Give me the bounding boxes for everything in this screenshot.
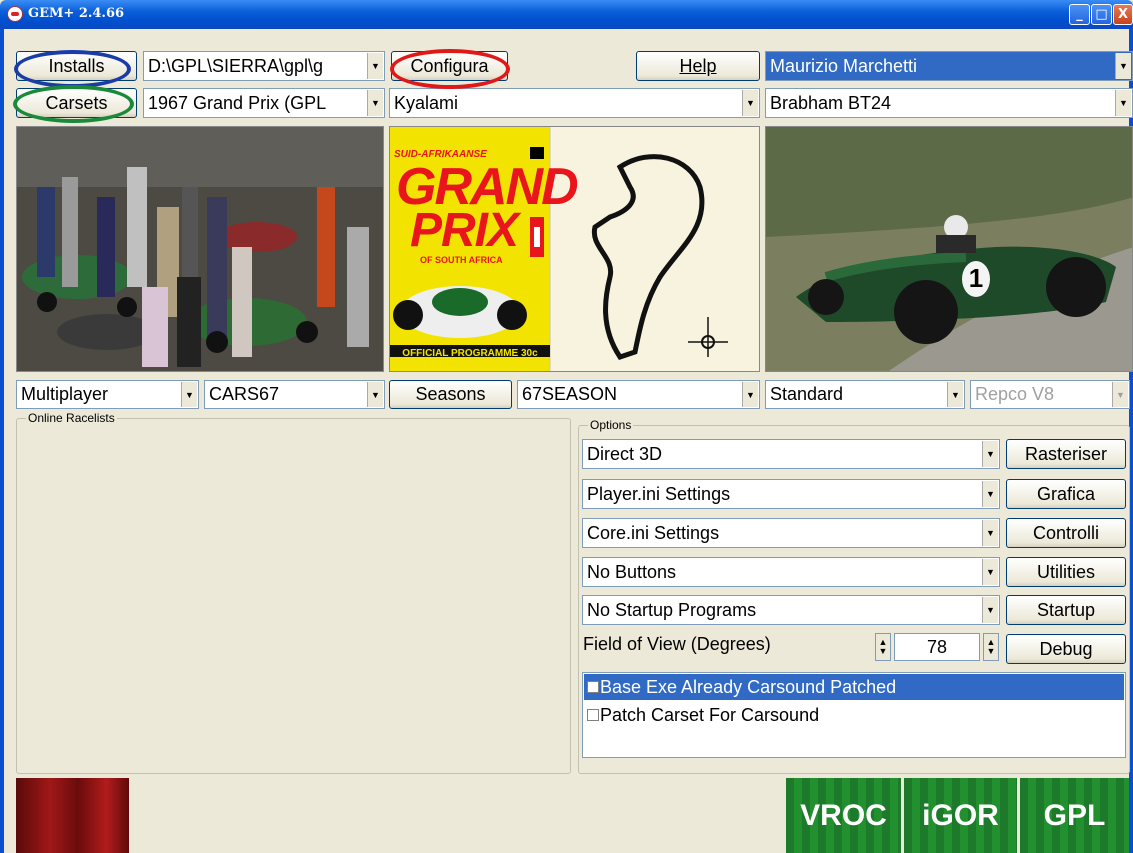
engine-select: Repco V8 ▼	[970, 380, 1130, 409]
engine-value: Repco V8	[975, 384, 1055, 404]
startup-programs-value: No Startup Programs	[587, 599, 757, 620]
install-path-select[interactable]: D:\GPL\SIERRA\gpl\g ▼	[143, 51, 385, 81]
install-path-value: D:\GPL\SIERRA\gpl\g	[148, 55, 324, 76]
dropdown-arrow-icon[interactable]: ▼	[742, 90, 758, 116]
fov-input[interactable]: 78	[894, 633, 980, 661]
core-ini-value: Core.ini Settings	[587, 522, 720, 543]
fov-value: 78	[926, 636, 948, 657]
configura-button[interactable]: Configura	[391, 51, 508, 81]
vroc-button[interactable]: VROC	[786, 778, 901, 853]
dropdown-arrow-icon[interactable]: ▼	[367, 53, 383, 79]
startup-programs-select[interactable]: No Startup Programs ▼	[582, 595, 1000, 625]
buttons-value: No Buttons	[587, 561, 677, 582]
patch-option-carset[interactable]: Patch Carset For Carsound	[584, 702, 1124, 728]
car-photo: 1	[765, 126, 1133, 372]
curtain-logo-image[interactable]	[16, 778, 129, 853]
season-select[interactable]: 67SEASON ▼	[517, 380, 760, 409]
cars-value: CARS67	[209, 384, 280, 404]
season-value: 67SEASON	[522, 384, 618, 404]
dropdown-arrow-icon[interactable]: ▼	[982, 559, 998, 585]
seasons-button[interactable]: Seasons	[389, 380, 512, 409]
dropdown-arrow-icon[interactable]: ▼	[181, 382, 197, 407]
app-logo-icon	[7, 6, 23, 22]
cars-select[interactable]: CARS67 ▼	[204, 380, 385, 409]
fov-label: Field of View (Degrees)	[583, 634, 771, 654]
rasteriser-button[interactable]: Rasteriser	[1006, 439, 1126, 469]
mode-value: Multiplayer	[21, 384, 109, 404]
app-window: GEM+ 2.4.66 _ □ X Installs D:\GPL\SIERRA…	[0, 0, 1133, 853]
online-racelists-label: Online Racelists	[26, 411, 117, 425]
checkbox-base-exe[interactable]	[587, 681, 599, 693]
mode-select[interactable]: Multiplayer ▼	[16, 380, 199, 409]
car-select[interactable]: Brabham BT24 ▼	[765, 88, 1133, 118]
title-bar[interactable]: GEM+ 2.4.66 _ □ X	[0, 0, 1133, 29]
dropdown-arrow-icon[interactable]: ▼	[742, 382, 758, 407]
dropdown-arrow-icon[interactable]: ▼	[367, 382, 383, 407]
carset-photo	[16, 126, 384, 372]
programme-prix: PRIX	[410, 204, 519, 257]
patch-option-base-exe[interactable]: Base Exe Already Carsound Patched	[584, 674, 1124, 700]
carsets-button[interactable]: Carsets	[16, 88, 137, 118]
dropdown-arrow-icon[interactable]: ▼	[982, 520, 998, 546]
grafica-button[interactable]: Grafica	[1006, 479, 1126, 509]
driver-value: Maurizio Marchetti	[770, 55, 918, 76]
programme-official: OFFICIAL PROGRAMME 30c	[402, 348, 538, 359]
close-button[interactable]: X	[1113, 4, 1133, 25]
debug-button[interactable]: Debug	[1006, 634, 1126, 664]
core-ini-select[interactable]: Core.ini Settings ▼	[582, 518, 1000, 548]
checkbox-carset[interactable]	[587, 709, 599, 721]
carset-value: 1967 Grand Prix (GPL	[148, 92, 327, 113]
track-select[interactable]: Kyalami ▼	[389, 88, 760, 118]
dropdown-arrow-icon[interactable]: ▼	[982, 481, 998, 507]
controlli-button[interactable]: Controlli	[1006, 518, 1126, 548]
dropdown-arrow-icon[interactable]: ▼	[1115, 53, 1131, 79]
track-value: Kyalami	[394, 92, 459, 113]
dropdown-arrow-icon[interactable]: ▼	[947, 382, 963, 407]
utilities-button[interactable]: Utilities	[1006, 557, 1126, 587]
player-ini-select[interactable]: Player.ini Settings ▼	[582, 479, 1000, 509]
options-label: Options	[588, 418, 634, 432]
player-ini-value: Player.ini Settings	[587, 483, 731, 504]
window-title: GEM+ 2.4.66	[28, 6, 125, 21]
online-racelists-panel[interactable]	[16, 418, 571, 774]
startup-button[interactable]: Startup	[1006, 595, 1126, 625]
car-number: 1	[968, 263, 984, 293]
carset-select[interactable]: 1967 Grand Prix (GPL ▼	[143, 88, 385, 118]
dropdown-arrow-icon[interactable]: ▼	[982, 441, 998, 467]
arrow-down-icon[interactable]: ▼	[987, 647, 996, 656]
grid-crowd-illustration	[17, 127, 383, 371]
gpl-button[interactable]: GPL	[1020, 778, 1129, 853]
standard-value: Standard	[770, 384, 844, 404]
igor-button[interactable]: iGOR	[904, 778, 1017, 853]
fov-spin-right[interactable]: ▲ ▼	[983, 633, 999, 661]
dropdown-arrow-icon[interactable]: ▼	[1115, 90, 1131, 116]
driver-select[interactable]: Maurizio Marchetti ▼	[765, 51, 1133, 81]
renderer-select[interactable]: Direct 3D ▼	[582, 439, 1000, 469]
dropdown-arrow-icon[interactable]: ▼	[367, 90, 383, 116]
help-button[interactable]: Help	[636, 51, 760, 81]
car-value: Brabham BT24	[770, 92, 892, 113]
dropdown-arrow-icon: ▼	[1112, 382, 1128, 407]
fov-spin-left[interactable]: ▲ ▼	[875, 633, 891, 661]
dropdown-arrow-icon[interactable]: ▼	[982, 597, 998, 623]
track-programme-image: SUID-AFRIKAANSE GRAND PRIX OF SOUTH AFRI…	[389, 126, 760, 372]
programme-of-south-africa: OF SOUTH AFRICA	[420, 255, 503, 265]
buttons-select[interactable]: No Buttons ▼	[582, 557, 1000, 587]
brabham-car-illustration	[766, 127, 1132, 371]
window-frame-left	[0, 29, 4, 853]
programme-date: 2 JANUARY 1967	[441, 360, 499, 367]
maximize-button[interactable]: □	[1091, 4, 1112, 25]
arrow-down-icon[interactable]: ▼	[879, 647, 888, 656]
installs-button[interactable]: Installs	[16, 51, 137, 81]
standard-select[interactable]: Standard ▼	[765, 380, 965, 409]
minimize-button[interactable]: _	[1069, 4, 1090, 25]
renderer-value: Direct 3D	[587, 443, 663, 464]
